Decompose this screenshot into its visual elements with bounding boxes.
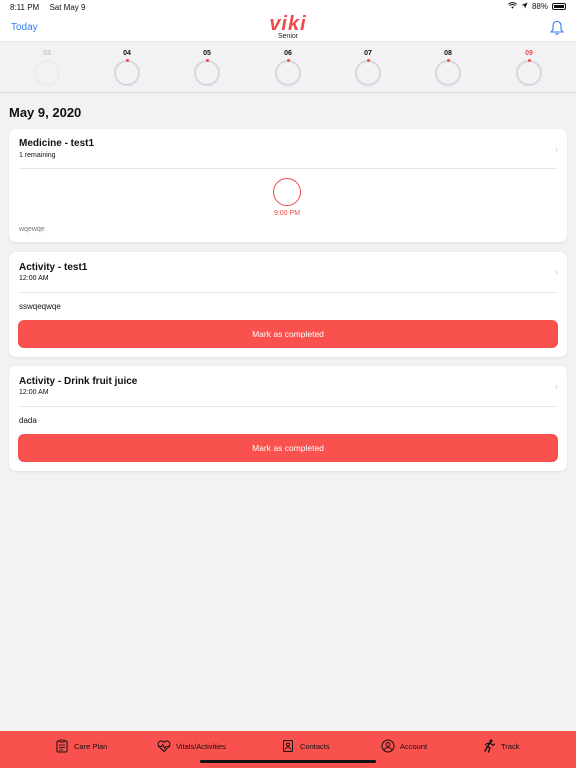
- card-subtitle: 12:00 AM: [19, 389, 49, 396]
- divider: [19, 168, 557, 169]
- day-number: 06: [284, 50, 292, 57]
- day-progress-ring: [194, 59, 220, 86]
- mark-completed-button[interactable]: Mark as completed: [18, 434, 558, 462]
- card-note: sswqeqwqe: [19, 302, 61, 311]
- day-number: 08: [444, 50, 452, 57]
- tab-label: Account: [400, 741, 428, 751]
- card-title: Activity - test1: [19, 262, 88, 273]
- heart-pulse-icon: [157, 739, 171, 753]
- tab-account[interactable]: Account: [381, 739, 427, 753]
- tab-label: Contacts: [300, 741, 330, 751]
- day-05[interactable]: 05: [192, 50, 222, 86]
- day-progress-ring: [516, 59, 542, 86]
- chevron-right-icon[interactable]: ›: [555, 144, 558, 154]
- activity-card[interactable]: Activity - test1 12:00 AM › sswqeqwqe Ma…: [9, 252, 567, 357]
- day-progress-ring: [34, 60, 60, 86]
- status-bar: 8:11 PM Sat May 9 88%: [0, 0, 576, 14]
- running-person-icon: [482, 739, 496, 753]
- wifi-icon: [508, 2, 517, 11]
- battery-icon: [552, 3, 566, 10]
- day-09[interactable]: 09: [514, 50, 544, 86]
- location-icon: [521, 2, 528, 11]
- chevron-right-icon[interactable]: ›: [555, 267, 558, 277]
- tab-contacts[interactable]: Contacts: [281, 739, 330, 753]
- status-time: 8:11 PM: [10, 3, 40, 12]
- nav-bar: Today viki Senior: [0, 14, 576, 42]
- chevron-right-icon[interactable]: ›: [555, 381, 558, 391]
- day-progress-ring: [275, 59, 301, 86]
- date-heading: May 9, 2020: [9, 105, 82, 120]
- day-progress-ring: [355, 59, 381, 86]
- card-subtitle: 1 remaining: [19, 152, 56, 159]
- status-date: Sat May 9: [49, 3, 86, 12]
- tab-label: Care Plan: [74, 741, 108, 751]
- day-08[interactable]: 08: [433, 50, 463, 86]
- mark-completed-button[interactable]: Mark as completed: [18, 320, 558, 348]
- card-note: dada: [19, 416, 37, 425]
- medicine-card[interactable]: Medicine - test1 1 remaining › 9:00 PM w…: [9, 129, 567, 242]
- day-number: 03: [43, 50, 51, 57]
- day-number: 09: [525, 50, 533, 57]
- tab-care-plan[interactable]: Care Plan: [55, 739, 107, 753]
- divider: [19, 292, 557, 293]
- bell-icon[interactable]: [550, 20, 564, 36]
- tab-track[interactable]: Track: [482, 739, 519, 753]
- tab-label: Vitals/Activities: [176, 741, 226, 751]
- day-06[interactable]: 06: [273, 50, 303, 86]
- card-title: Medicine - test1: [19, 138, 95, 149]
- day-07[interactable]: 07: [353, 50, 383, 86]
- day-04[interactable]: 04: [112, 50, 142, 86]
- user-circle-icon: [381, 739, 395, 753]
- day-number: 05: [203, 50, 211, 57]
- day-number: 04: [123, 50, 131, 57]
- dose-check-button[interactable]: [273, 178, 301, 206]
- tab-vitals-activities[interactable]: Vitals/Activities: [157, 739, 226, 753]
- divider: [19, 406, 557, 407]
- activity-card[interactable]: Activity - Drink fruit juice 12:00 AM › …: [9, 366, 567, 471]
- day-number: 07: [364, 50, 372, 57]
- day-03[interactable]: 03: [32, 50, 62, 86]
- week-strip: 03 04 05 06 07 08 09: [0, 43, 576, 93]
- app-logo: viki Senior: [262, 14, 314, 40]
- home-indicator: [200, 760, 376, 763]
- card-title: Activity - Drink fruit juice: [19, 376, 138, 387]
- today-button[interactable]: Today: [11, 22, 38, 33]
- contact-book-icon: [281, 739, 295, 753]
- dose-time: 9:00 PM: [273, 210, 301, 217]
- card-subtitle: 12:00 AM: [19, 275, 49, 282]
- clipboard-icon: [55, 739, 69, 753]
- tab-label: Track: [501, 741, 520, 751]
- day-progress-ring: [114, 59, 140, 86]
- card-note: wqewqe: [19, 226, 45, 233]
- battery-percent: 88%: [531, 2, 548, 11]
- day-progress-ring: [435, 59, 461, 86]
- logo-word: viki: [269, 13, 307, 35]
